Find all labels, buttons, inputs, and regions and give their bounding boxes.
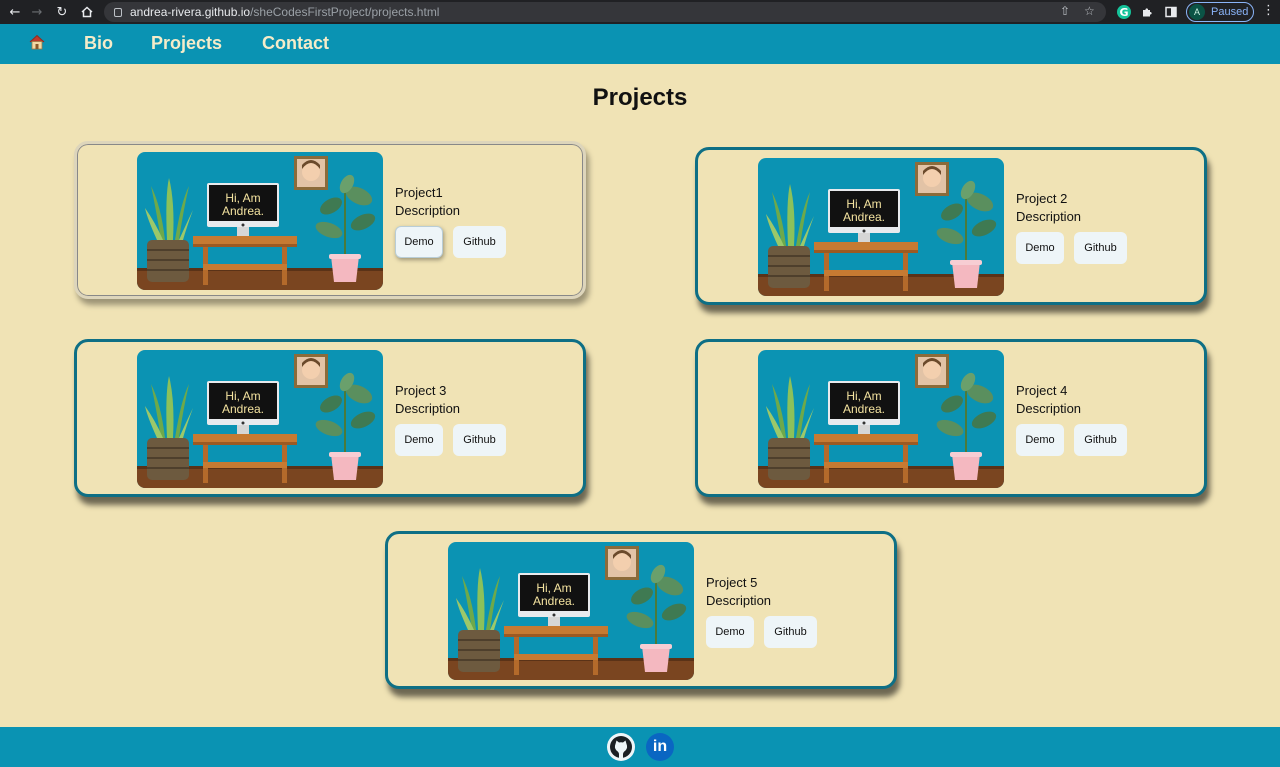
profile-button[interactable]: A Paused — [1186, 2, 1254, 22]
demo-button[interactable]: Demo — [395, 424, 443, 456]
demo-button[interactable]: Demo — [1016, 232, 1064, 264]
project-description: Description — [395, 401, 461, 416]
linkedin-icon[interactable]: in — [646, 733, 674, 761]
svg-text:Andrea.: Andrea. — [843, 402, 885, 416]
project-title: Project1 — [395, 185, 443, 200]
github-icon[interactable] — [607, 733, 635, 761]
project-thumbnail: Hi, Am Andrea. — [448, 542, 694, 680]
project-card-1: Hi, Am Andrea. Project1 Description Demo… — [74, 141, 586, 299]
project-thumbnail: Hi, Am Andrea. — [137, 350, 383, 488]
svg-text:Hi, Am: Hi, Am — [225, 191, 260, 205]
project-title: Project 4 — [1016, 383, 1068, 398]
home-icon[interactable] — [76, 0, 98, 24]
project-thumbnail: Hi, Am Andrea. — [137, 152, 383, 290]
linkedin-text: in — [652, 738, 668, 755]
project-title: Project 2 — [1016, 191, 1068, 206]
project-title: Project 3 — [395, 383, 447, 398]
svg-text:Hi, Am: Hi, Am — [536, 581, 571, 595]
project-title: Project 5 — [706, 575, 758, 590]
nav-link-bio[interactable]: Bio — [84, 33, 113, 54]
address-bar[interactable]: andrea-rivera.github.io/sheCodesFirstPro… — [104, 2, 1106, 22]
project-thumbnail: Hi, Am Andrea. — [758, 350, 1004, 488]
svg-text:Andrea.: Andrea. — [843, 210, 885, 224]
github-button[interactable]: Github — [1074, 424, 1127, 456]
svg-text:Andrea.: Andrea. — [222, 402, 264, 416]
github-button[interactable]: Github — [1074, 232, 1127, 264]
browser-toolbar: ← → ↻ andrea-rivera.github.io/sheCodesFi… — [0, 0, 1280, 24]
svg-text:Hi, Am: Hi, Am — [225, 389, 260, 403]
grammarly-icon[interactable]: G — [1117, 5, 1131, 19]
nav-link-contact[interactable]: Contact — [262, 33, 329, 54]
project-card-4: Hi, Am Andrea. Project 4 Description Dem… — [695, 339, 1207, 497]
forward-arrow-icon[interactable]: → — [26, 0, 48, 24]
page-title: Projects — [592, 84, 688, 111]
avatar: A — [1189, 4, 1205, 20]
demo-button[interactable]: Demo — [706, 616, 754, 648]
github-button[interactable]: Github — [764, 616, 817, 648]
project-description: Description — [1016, 401, 1082, 416]
project-thumbnail: Hi, Am Andrea. — [758, 158, 1004, 296]
project-card-2: Hi, Am Andrea. Project 2 Description Dem… — [695, 147, 1207, 305]
profile-status: Paused — [1211, 6, 1249, 18]
house-icon[interactable] — [28, 33, 46, 51]
svg-text:Hi, Am: Hi, Am — [846, 197, 881, 211]
menu-kebab-icon[interactable]: ⋮ — [1262, 3, 1275, 18]
demo-button[interactable]: Demo — [395, 226, 443, 258]
svg-text:Andrea.: Andrea. — [222, 204, 264, 218]
project-description: Description — [706, 593, 772, 608]
nav-link-projects[interactable]: Projects — [151, 33, 222, 54]
project-description: Description — [1016, 209, 1082, 224]
svg-text:Hi, Am: Hi, Am — [846, 389, 881, 403]
project-card-5: Hi, Am Andrea. Project 5 Description Dem… — [385, 531, 897, 689]
back-arrow-icon[interactable]: ← — [4, 0, 26, 24]
url-text: andrea-rivera.github.io/sheCodesFirstPro… — [130, 5, 440, 19]
site-footer: in — [0, 727, 1280, 767]
svg-text:Andrea.: Andrea. — [533, 594, 575, 608]
share-icon[interactable]: ⇧ — [1060, 4, 1070, 18]
lock-icon — [114, 7, 122, 17]
github-button[interactable]: Github — [453, 226, 506, 258]
project-card-3: Hi, Am Andrea. Project 3 Description Dem… — [74, 339, 586, 497]
project-description: Description — [395, 203, 461, 218]
demo-button[interactable]: Demo — [1016, 424, 1064, 456]
extensions-puzzle-icon[interactable] — [1138, 3, 1156, 21]
reload-icon[interactable]: ↻ — [51, 0, 73, 24]
side-panel-icon[interactable] — [1162, 3, 1180, 21]
github-button[interactable]: Github — [453, 424, 506, 456]
site-header: Bio Projects Contact — [0, 24, 1280, 64]
bookmark-star-icon[interactable]: ☆ — [1084, 4, 1095, 18]
